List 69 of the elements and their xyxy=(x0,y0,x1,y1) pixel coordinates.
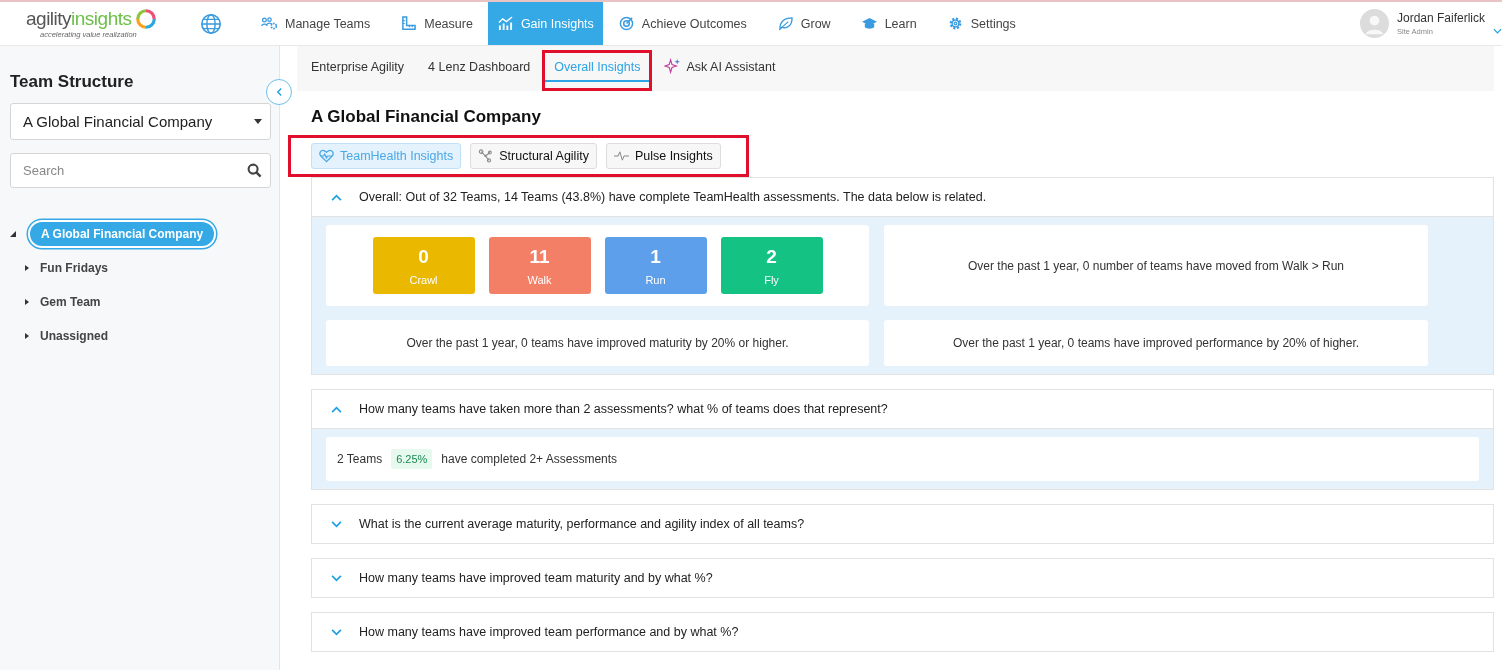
caret-right-icon[interactable] xyxy=(24,332,30,340)
nav-item[interactable]: Learn xyxy=(845,2,932,45)
leaf-icon xyxy=(776,16,794,31)
level-label: Walk xyxy=(527,273,552,286)
accordion-question: How many teams have improved team performance and by what %? xyxy=(359,625,739,639)
team-count: 2 Teams xyxy=(337,452,383,466)
chevron-left-icon xyxy=(275,87,283,97)
chevron-down-icon xyxy=(331,520,342,528)
caret-down-icon xyxy=(254,119,262,124)
tab[interactable]: Ask AI Assistant xyxy=(655,53,785,82)
accordion-header[interactable]: Overall: Out of 32 Teams, 14 Teams (43.8%) have complete TeamHealth assessments. The data below is related. xyxy=(312,178,1493,216)
accordion-header[interactable]: How many teams have taken more than 2 assessments? what % of teams does that represent? xyxy=(312,390,1493,428)
nav-item[interactable]: Grow xyxy=(761,2,846,45)
nav-item[interactable]: Manage Teams xyxy=(246,2,386,45)
chevron-down-icon xyxy=(331,574,342,582)
insight-tab[interactable]: Pulse Insights xyxy=(605,143,721,169)
people-gear-icon xyxy=(261,16,278,31)
chevron-up-icon xyxy=(331,193,342,201)
page-title: A Global Financial Company xyxy=(311,107,542,127)
level-count: 2 xyxy=(766,245,777,268)
nav-item[interactable]: Measure xyxy=(385,2,488,45)
percentage-badge: 6.25% xyxy=(391,449,433,469)
accordion-question: Overall: Out of 32 Teams, 14 Teams (43.8%) have complete TeamHealth assessments. The data below is related. xyxy=(359,190,987,204)
tree-item[interactable]: Unassigned xyxy=(40,329,108,343)
chevron-down-icon xyxy=(331,628,342,636)
level-count: 1 xyxy=(650,245,661,268)
target-icon xyxy=(617,16,635,31)
level-label: Fly xyxy=(764,273,779,286)
ruler-icon xyxy=(400,16,418,31)
bar-chart-icon xyxy=(496,16,514,31)
sidebar-title: Team Structure xyxy=(10,72,135,92)
level-count: 11 xyxy=(529,245,550,268)
network-icon xyxy=(478,149,494,163)
tab[interactable]: 4 Lenz Dashboard xyxy=(419,53,540,82)
summary-text: have completed 2+ Assessments xyxy=(441,452,618,466)
sparkles-icon xyxy=(664,58,682,75)
globe-icon xyxy=(200,12,222,35)
search-icon xyxy=(247,163,262,178)
logo-ring-icon xyxy=(134,8,157,30)
user-name: Jordan Faiferlick xyxy=(1396,11,1485,25)
pulse-icon xyxy=(613,149,629,163)
accordion-question: What is the current average maturity, performance and agility index of all teams? xyxy=(359,517,805,531)
accordion-header[interactable]: How many teams have improved team performance and by what %? xyxy=(312,613,1493,651)
caret-right-icon[interactable] xyxy=(24,298,30,306)
graduation-cap-icon xyxy=(860,16,878,31)
accordion-question: How many teams have taken more than 2 assessments? what % of teams does that represent? xyxy=(359,402,888,416)
level-count: 0 xyxy=(418,245,429,268)
fact-text: Over the past 1 year, 0 teams have improved performance by 20% of higher. xyxy=(952,336,1360,350)
accordion-question: How many teams have improved team maturity and by what %? xyxy=(359,571,713,585)
chevron-down-icon[interactable] xyxy=(1493,27,1502,34)
fact-text: Over the past 1 year, 0 teams have improved maturity by 20% or higher. xyxy=(406,336,789,350)
company-dropdown[interactable]: A Global Financial Company xyxy=(10,103,271,140)
level-label: Run xyxy=(645,273,666,286)
accordion-header[interactable]: How many teams have improved team maturity and by what %? xyxy=(312,559,1493,597)
tree-item[interactable]: Gem Team xyxy=(40,295,101,309)
insight-tab[interactable]: Structural Agility xyxy=(470,143,597,169)
logo-wordmark: agilityinsights xyxy=(26,9,132,29)
fact-text: Over the past 1 year, 0 number of teams have moved from Walk > Run xyxy=(967,258,1345,273)
caret-right-icon[interactable] xyxy=(24,264,30,272)
level-label: Crawl xyxy=(409,273,438,286)
nav-item[interactable]: Settings xyxy=(931,2,1031,45)
tree-item[interactable]: Fun Fridays xyxy=(40,261,108,275)
nav-item[interactable]: Achieve Outcomes xyxy=(602,2,762,45)
tab[interactable]: Enterprise Agility xyxy=(302,53,414,82)
caret-down-icon[interactable] xyxy=(10,230,16,238)
chevron-up-icon xyxy=(331,405,342,413)
accordion-header[interactable]: What is the current average maturity, performance and agility index of all teams? xyxy=(312,505,1493,543)
search-field[interactable]: Search xyxy=(10,153,271,188)
heart-pulse-icon xyxy=(319,149,334,163)
